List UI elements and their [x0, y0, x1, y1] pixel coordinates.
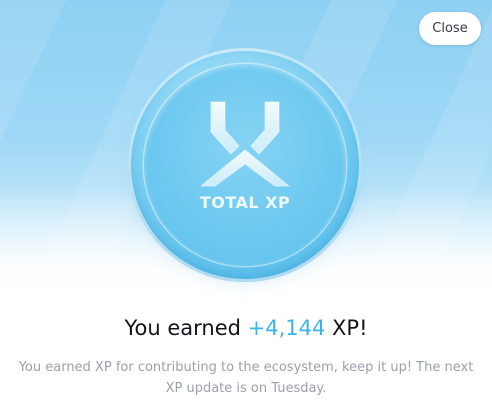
- close-button[interactable]: Close: [419, 12, 481, 45]
- headline-prefix: You earned: [124, 316, 248, 340]
- headline-suffix: XP!: [325, 316, 368, 340]
- total-xp-coin: TOTAL XP: [128, 48, 362, 282]
- hero-banner: Close TOTAL XP: [0, 0, 492, 305]
- xp-amount: +4,144: [247, 316, 326, 340]
- headline: You earned +4,144 XP!: [0, 316, 492, 340]
- coin-outer-ring: TOTAL XP: [128, 48, 362, 282]
- coin-label: TOTAL XP: [199, 193, 291, 212]
- xp-earned-modal: Close TOTAL XP You earned +4,144 XP! You…: [0, 0, 492, 412]
- description-text: You earned XP for contributing to the ec…: [18, 360, 474, 396]
- xp-logo-icon: [199, 101, 291, 187]
